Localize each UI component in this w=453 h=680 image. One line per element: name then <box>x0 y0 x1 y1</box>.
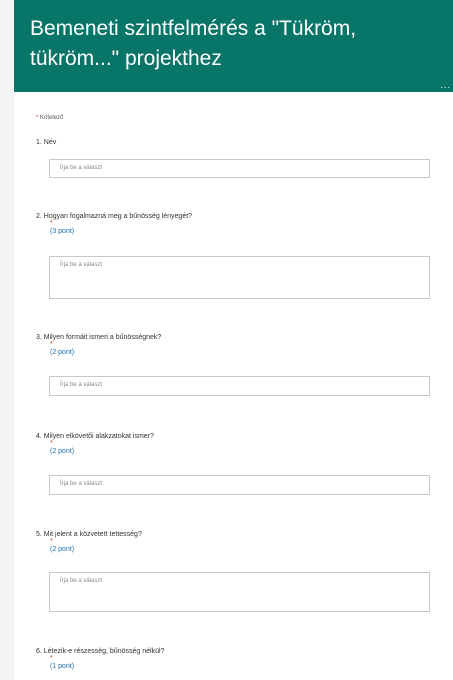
required-note: * Kötelező <box>36 115 63 121</box>
answer-input-5[interactable]: Írja be a választ <box>49 572 430 612</box>
question-title: 6. Létezik-e részesség, bűnösség nélkül? <box>36 648 165 655</box>
required-asterisk: * <box>50 538 53 545</box>
more-options-icon[interactable]: ... <box>440 80 451 90</box>
answer-placeholder: Írja be a választ <box>60 578 103 584</box>
question-6: 6. Létezik-e részesség, bűnösség nélkül?… <box>36 648 164 670</box>
question-title: 3. Milyen formáit ismeri a bűnösségnek? <box>36 334 162 341</box>
question-4: 4. Milyen elkövetői alakzatokat ismer? *… <box>36 433 154 455</box>
answer-input-2[interactable]: Írja be a választ <box>49 256 430 299</box>
answer-input-4[interactable]: Írja be a választ <box>49 475 430 495</box>
answer-input-3[interactable]: Írja be a választ <box>49 376 430 396</box>
answer-input-1[interactable]: Írja be a választ <box>49 159 430 178</box>
form-header: Bemeneti szintfelmérés a "Tükröm, tükröm… <box>14 0 453 92</box>
question-5: 5. Mit jelent a közvetett tettesség? * (… <box>36 531 142 553</box>
question-title: 4. Milyen elkövetői alakzatokat ismer? <box>36 433 154 440</box>
answer-placeholder: Írja be a választ <box>60 262 103 268</box>
question-title: 5. Mit jelent a közvetett tettesség? <box>36 531 142 538</box>
question-2: 2. Hogyan fogalmazná meg a bűnösség lény… <box>36 213 192 235</box>
question-title: 1. Név <box>36 139 57 146</box>
question-points: (3 pont) <box>50 228 75 235</box>
answer-placeholder: Írja be a választ <box>60 382 103 388</box>
required-note-label: Kötelező <box>40 115 64 121</box>
required-asterisk: * <box>50 655 53 662</box>
required-asterisk: * <box>50 440 53 447</box>
question-points: (2 pont) <box>50 349 75 356</box>
required-asterisk: * <box>50 341 53 348</box>
question-points: (1 pont) <box>50 663 75 670</box>
question-3: 3. Milyen formáit ismeri a bűnösségnek? … <box>36 334 161 356</box>
question-1: 1. Név <box>36 139 56 146</box>
question-title: 2. Hogyan fogalmazná meg a bűnösség lény… <box>36 213 193 220</box>
form-title: Bemeneti szintfelmérés a "Tükröm, tükröm… <box>30 17 357 70</box>
question-points: (2 pont) <box>50 546 75 553</box>
question-points: (2 pont) <box>50 448 75 455</box>
answer-placeholder: Írja be a választ <box>60 481 103 487</box>
required-asterisk: * <box>50 220 53 227</box>
answer-placeholder: Írja be a választ <box>60 165 103 171</box>
